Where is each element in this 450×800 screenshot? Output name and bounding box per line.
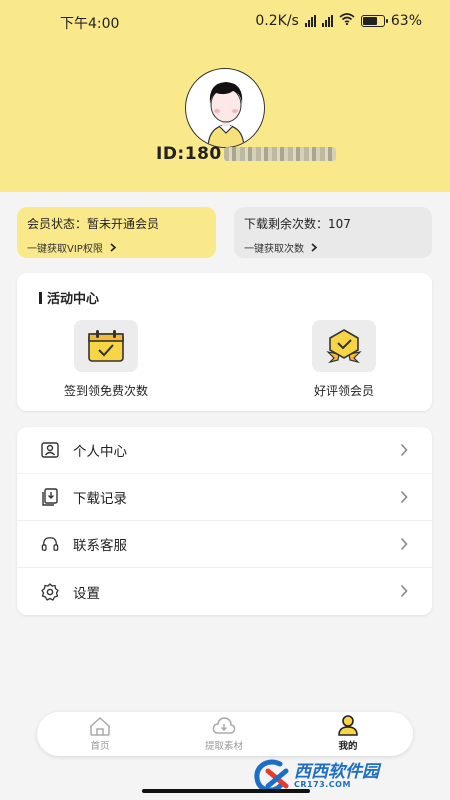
chevron-right-icon (400, 443, 408, 457)
tab-extract[interactable]: 提取素材 (179, 714, 269, 752)
status-bar: 下午4:00 0.2K/s 63% (0, 0, 450, 40)
menu-item-label: 设置 (73, 585, 100, 602)
chevron-right-icon (400, 490, 408, 504)
wifi-icon (339, 13, 355, 29)
battery-percent: 63% (390, 13, 422, 29)
battery-icon (360, 15, 388, 27)
battery-level (362, 17, 377, 25)
masked-id-digits (223, 147, 336, 161)
download-count-link[interactable]: 一键获取次数 (244, 240, 422, 255)
watermark-text: 西西软件园 (294, 761, 379, 782)
activity-center-title: 活动中心 (39, 288, 99, 307)
headset-icon (41, 535, 59, 553)
signal-icon (304, 15, 316, 27)
chevron-right-icon (311, 243, 318, 252)
user-id: ID:180 (156, 144, 336, 164)
user-profile-icon (41, 441, 59, 459)
user-id-text: ID:180 (156, 144, 222, 164)
activity-item-review[interactable]: 好评领会员 (279, 320, 409, 399)
tab-mine[interactable]: 我的 (303, 714, 393, 752)
tab-label: 我的 (338, 741, 358, 752)
tab-home[interactable]: 首页 (55, 714, 145, 752)
title-bar-marker (39, 291, 42, 304)
menu-item-label: 个人中心 (73, 444, 127, 460)
menu-item-label: 联系客服 (73, 538, 127, 554)
signal-icon-2 (321, 15, 333, 27)
tab-label: 首页 (90, 741, 110, 752)
menu-item-download-record[interactable]: 下载记录 (17, 474, 432, 521)
vip-link[interactable]: 一键获取VIP权限 (27, 240, 206, 255)
download-count-card[interactable]: 下载剩余次数：107 一键获取次数 (234, 207, 432, 258)
chevron-right-icon (400, 584, 408, 598)
chevron-right-icon (400, 537, 408, 551)
download-record-icon (41, 488, 59, 506)
vip-status-card[interactable]: 会员状态：暂未开通会员 一键获取VIP权限 (17, 207, 216, 258)
bottom-tab-bar: 首页 提取素材 我的 (37, 712, 413, 756)
home-indicator[interactable] (142, 789, 310, 793)
chevron-right-icon (110, 243, 117, 252)
badge-check-icon (312, 320, 376, 372)
network-speed: 0.2K/s (255, 13, 299, 29)
menu-item-settings[interactable]: 设置 (17, 568, 432, 615)
tab-label: 提取素材 (204, 741, 243, 752)
activity-item-label: 签到领免费次数 (63, 384, 148, 398)
menu-item-profile[interactable]: 个人中心 (17, 427, 432, 474)
menu-item-customer-service[interactable]: 联系客服 (17, 521, 432, 568)
activity-center: 活动中心 签到领免费次数 好评领会员 (17, 273, 432, 411)
home-icon (55, 714, 145, 736)
gear-icon (41, 582, 59, 601)
cloud-download-icon (179, 714, 269, 736)
menu-list: 个人中心 下载记录 联系客服 设置 (17, 427, 432, 615)
download-count-title: 下载剩余次数：107 (244, 217, 351, 231)
activity-item-label: 好评领会员 (313, 384, 374, 398)
menu-item-label: 下载记录 (73, 491, 127, 507)
activity-item-checkin[interactable]: 签到领免费次数 (41, 320, 171, 399)
status-time: 下午4:00 (60, 16, 120, 32)
vip-status-title: 会员状态：暂未开通会员 (27, 217, 160, 231)
status-right: 0.2K/s 63% (255, 13, 422, 29)
calendar-check-icon (74, 320, 138, 372)
person-icon (303, 714, 393, 736)
avatar[interactable] (185, 68, 265, 148)
